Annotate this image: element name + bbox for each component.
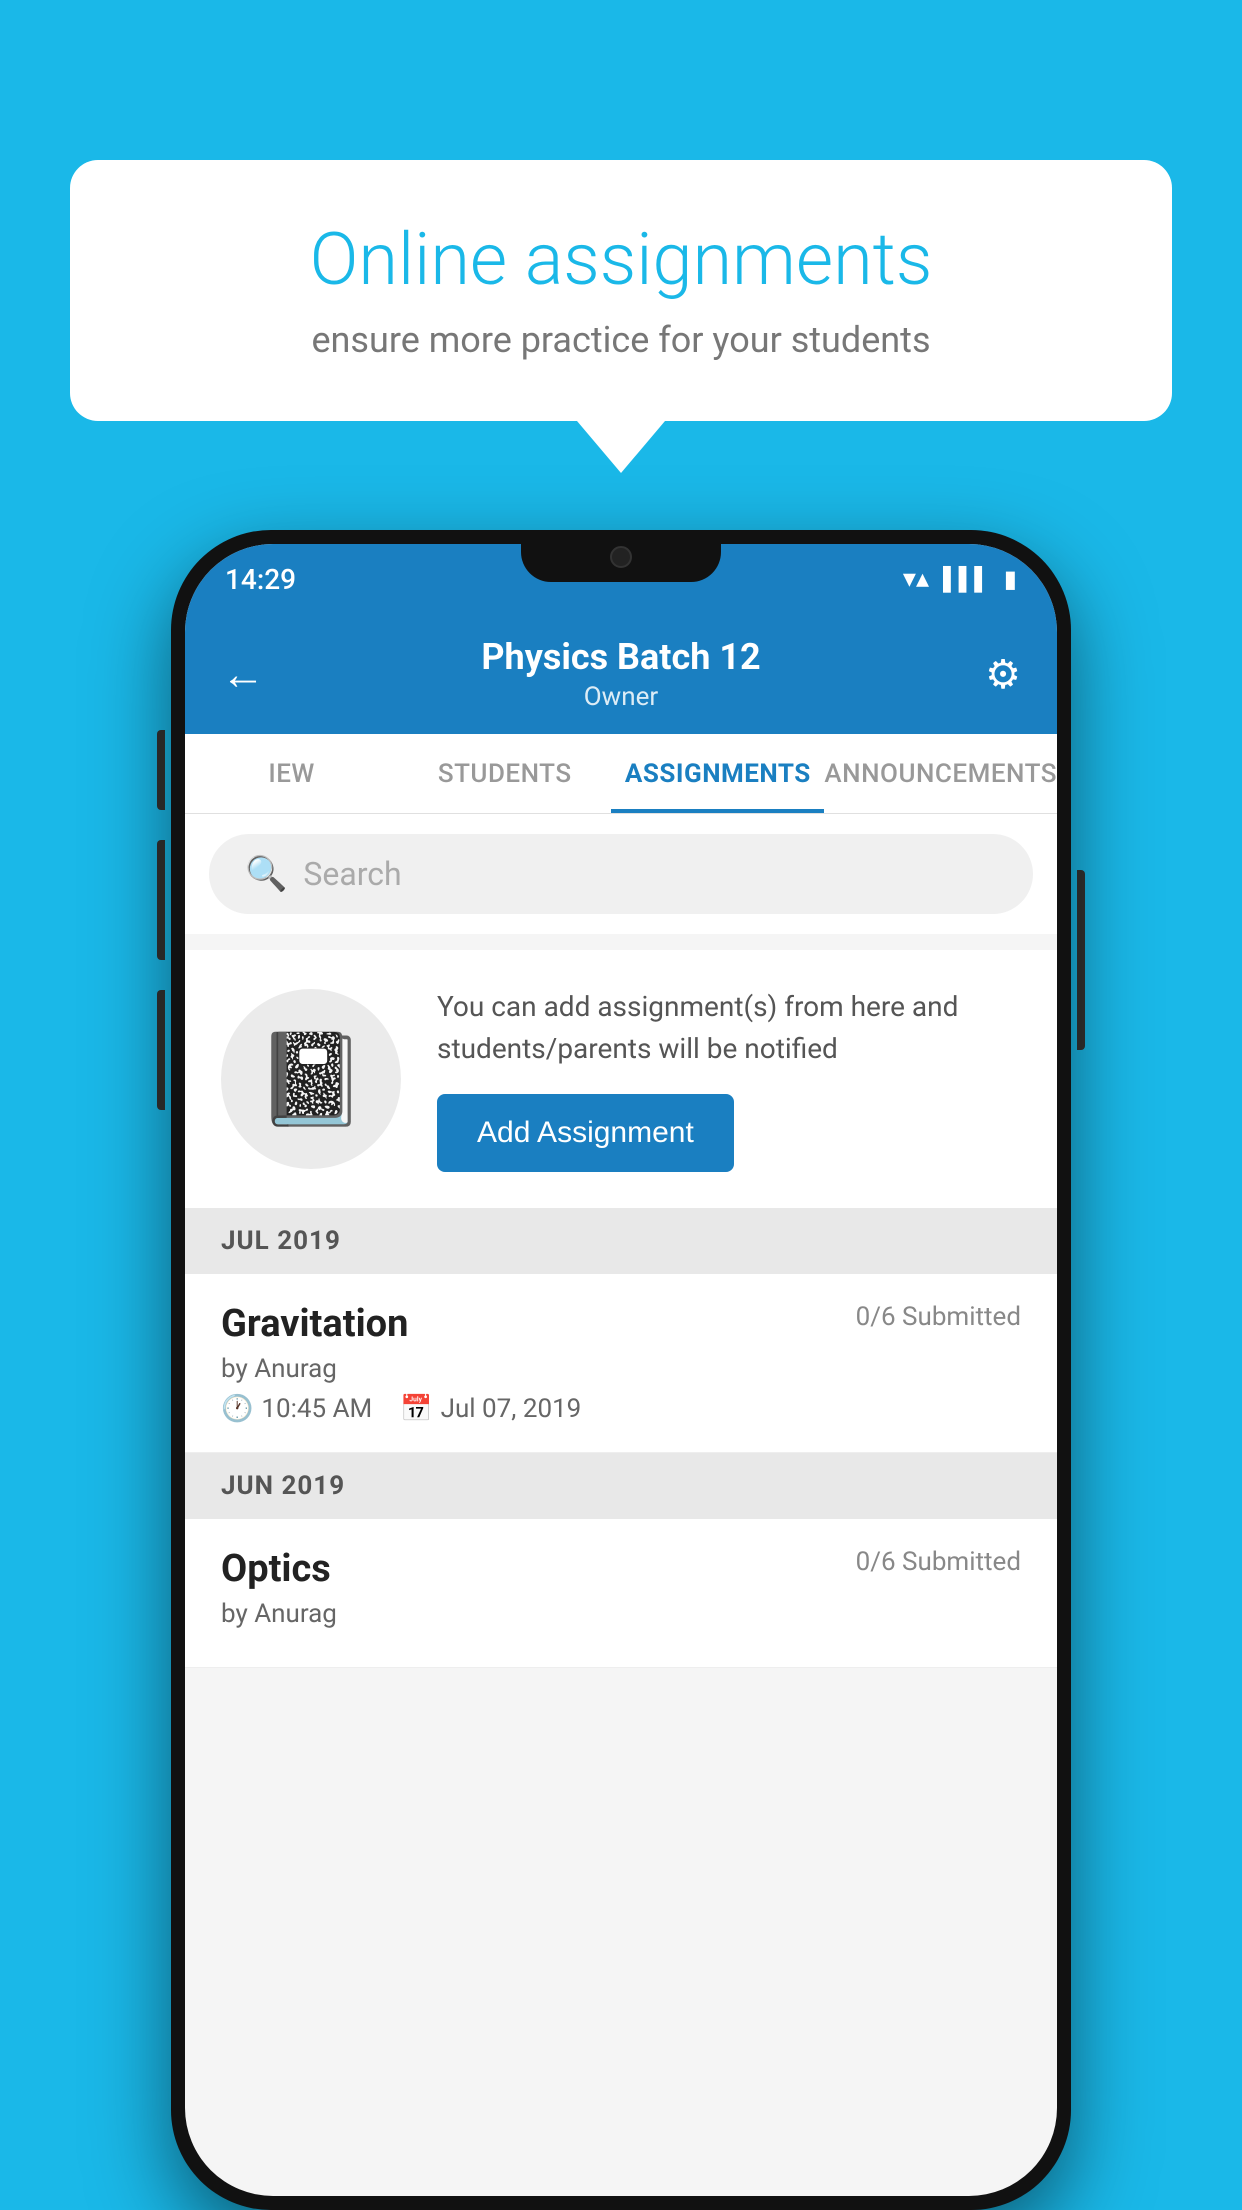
clock-icon: 🕐 [221, 1394, 253, 1424]
phone-notch [521, 530, 721, 582]
search-placeholder: Search [303, 855, 401, 893]
tab-iew[interactable]: IEW [185, 734, 398, 813]
info-box: 📓 You can add assignment(s) from here an… [185, 950, 1057, 1208]
battery-icon: ▮ [1004, 565, 1017, 593]
promo-subtitle: ensure more practice for your students [140, 319, 1102, 361]
phone-side-btn-volume-up [157, 730, 165, 810]
assignment-by-optics: by Anurag [221, 1599, 1021, 1629]
calendar-icon: 📅 [400, 1394, 432, 1424]
tab-assignments[interactable]: ASSIGNMENTS [611, 734, 824, 813]
info-text-area: You can add assignment(s) from here and … [437, 986, 1021, 1172]
assignment-icon-circle: 📓 [221, 989, 401, 1169]
section-header-jul: JUL 2019 [185, 1208, 1057, 1274]
tab-students[interactable]: STUDENTS [398, 734, 611, 813]
header-subtitle: Owner [481, 682, 760, 712]
tabs: IEW STUDENTS ASSIGNMENTS ANNOUNCEMENTS [185, 734, 1057, 814]
phone-side-btn-power [1077, 870, 1085, 1050]
promo-card: Online assignments ensure more practice … [70, 160, 1172, 421]
assignment-name-gravitation: Gravitation [221, 1302, 408, 1346]
assignment-name-optics: Optics [221, 1547, 331, 1591]
phone-camera [610, 546, 632, 568]
phone-side-btn-vol2 [157, 990, 165, 1110]
phone-frame: 14:29 ▾▴ ▌▌▌ ▮ ← Physics Batch 12 Owner … [171, 530, 1071, 2210]
search-bar[interactable]: 🔍 Search [209, 834, 1033, 914]
notebook-icon: 📓 [255, 1027, 367, 1132]
header-title: Physics Batch 12 [481, 636, 760, 678]
assignment-top: Gravitation 0/6 Submitted [221, 1302, 1021, 1346]
phone-wrapper: 14:29 ▾▴ ▌▌▌ ▮ ← Physics Batch 12 Owner … [171, 530, 1071, 2210]
header-title-area: Physics Batch 12 Owner [481, 636, 760, 712]
status-icons: ▾▴ ▌▌▌ ▮ [903, 564, 1017, 594]
info-text: You can add assignment(s) from here and … [437, 986, 1021, 1070]
settings-button[interactable]: ⚙ [985, 651, 1021, 698]
assignment-item-gravitation[interactable]: Gravitation 0/6 Submitted by Anurag 🕐 10… [185, 1274, 1057, 1453]
assignment-date-value: Jul 07, 2019 [441, 1394, 582, 1424]
tab-announcements[interactable]: ANNOUNCEMENTS [824, 734, 1057, 813]
section-header-jun: JUN 2019 [185, 1453, 1057, 1519]
assignment-by-gravitation: by Anurag [221, 1354, 1021, 1384]
assignment-top-optics: Optics 0/6 Submitted [221, 1547, 1021, 1591]
app-header: ← Physics Batch 12 Owner ⚙ [185, 614, 1057, 734]
phone-screen: 14:29 ▾▴ ▌▌▌ ▮ ← Physics Batch 12 Owner … [185, 544, 1057, 2196]
status-time: 14:29 [225, 563, 296, 596]
assignment-submitted-optics: 0/6 Submitted [856, 1547, 1021, 1577]
assignment-submitted-gravitation: 0/6 Submitted [856, 1302, 1021, 1332]
promo-title: Online assignments [140, 220, 1102, 299]
search-icon: 🔍 [245, 854, 287, 894]
phone-side-btn-volume-down [157, 840, 165, 960]
assignment-item-optics[interactable]: Optics 0/6 Submitted by Anurag [185, 1519, 1057, 1668]
assignment-meta-gravitation: 🕐 10:45 AM 📅 Jul 07, 2019 [221, 1394, 1021, 1424]
assignment-date-gravitation: 📅 Jul 07, 2019 [400, 1394, 581, 1424]
search-bar-wrap: 🔍 Search [185, 814, 1057, 934]
signal-icon: ▌▌▌ [943, 566, 990, 592]
assignment-time-gravitation: 🕐 10:45 AM [221, 1394, 372, 1424]
back-button[interactable]: ← [221, 648, 265, 700]
wifi-icon: ▾▴ [903, 564, 929, 594]
assignment-time-value: 10:45 AM [261, 1394, 372, 1424]
add-assignment-button[interactable]: Add Assignment [437, 1094, 734, 1172]
